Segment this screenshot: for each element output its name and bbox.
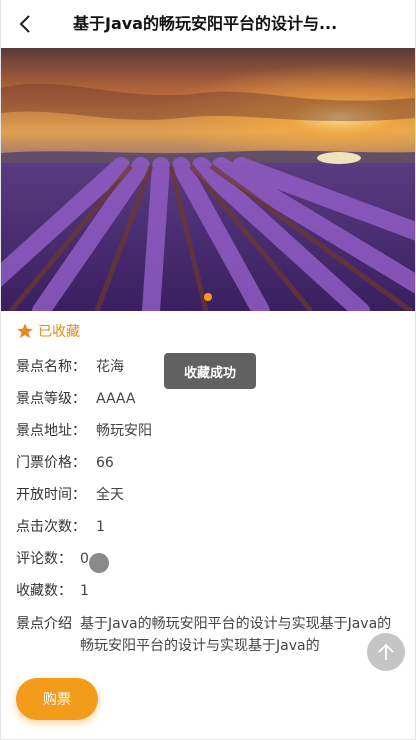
lavender-field-image [1, 48, 415, 311]
toast-message: 收藏成功 [164, 353, 256, 389]
carousel-indicator-dot[interactable] [204, 293, 212, 301]
info-row-comments: 评论数： 0 [1, 543, 415, 575]
back-button[interactable] [11, 10, 39, 38]
header: 基于Java的畅玩安阳平台的设计与... [1, 0, 415, 48]
page-title: 基于Java的畅玩安阳平台的设计与... [73, 14, 338, 33]
info-value: 花海 [96, 359, 124, 375]
info-label: 景点地址： [16, 423, 86, 439]
info-label: 景点名称： [16, 359, 86, 375]
info-row-clicks: 点击次数： 1 [1, 511, 415, 543]
info-value: 66 [96, 455, 114, 471]
info-value: 0 [80, 551, 89, 567]
arrow-up-icon [378, 643, 394, 660]
info-value: 畅玩安阳 [96, 423, 152, 439]
info-row-address: 景点地址： 畅玩安阳 [1, 415, 415, 447]
info-row-favorites: 收藏数： 1 [1, 575, 415, 607]
intro-text: 基于Java的畅玩安阳平台的设计与实现基于Java的畅玩安阳平台的设计与实现基于… [80, 616, 392, 654]
info-label: 收藏数： [16, 583, 72, 599]
chevron-left-icon [19, 15, 30, 33]
buy-ticket-button[interactable]: 购票 [16, 678, 98, 720]
attraction-detail-page: 基于Java的畅玩安阳平台的设计与... 已收藏 景点名称： 花海 景点等级： … [0, 0, 416, 740]
info-label: 景点等级： [16, 391, 86, 407]
info-row-price: 门票价格： 66 [1, 447, 415, 479]
image-carousel[interactable] [1, 48, 415, 311]
info-label: 评论数： [16, 551, 72, 567]
info-value: 全天 [96, 487, 124, 503]
collect-button[interactable]: 已收藏 [1, 311, 415, 351]
intro-label: 景点介绍 [16, 616, 72, 632]
loading-indicator [89, 553, 109, 573]
info-value: 1 [96, 519, 105, 535]
intro-row: 景点介绍 基于Java的畅玩安阳平台的设计与实现基于Java的畅玩安阳平台的设计… [1, 613, 415, 657]
info-value: 1 [80, 583, 89, 599]
info-value: AAAA [96, 391, 136, 407]
info-label: 门票价格： [16, 455, 86, 471]
collect-label: 已收藏 [38, 324, 80, 340]
info-label: 点击次数： [16, 519, 86, 535]
attraction-info: 景点名称： 花海 景点等级： AAAA 景点地址： 畅玩安阳 门票价格： 66 … [1, 351, 415, 657]
info-row-open-time: 开放时间： 全天 [1, 479, 415, 511]
star-icon [17, 323, 33, 339]
scroll-to-top-button[interactable] [367, 633, 405, 671]
info-label: 开放时间： [16, 487, 86, 503]
